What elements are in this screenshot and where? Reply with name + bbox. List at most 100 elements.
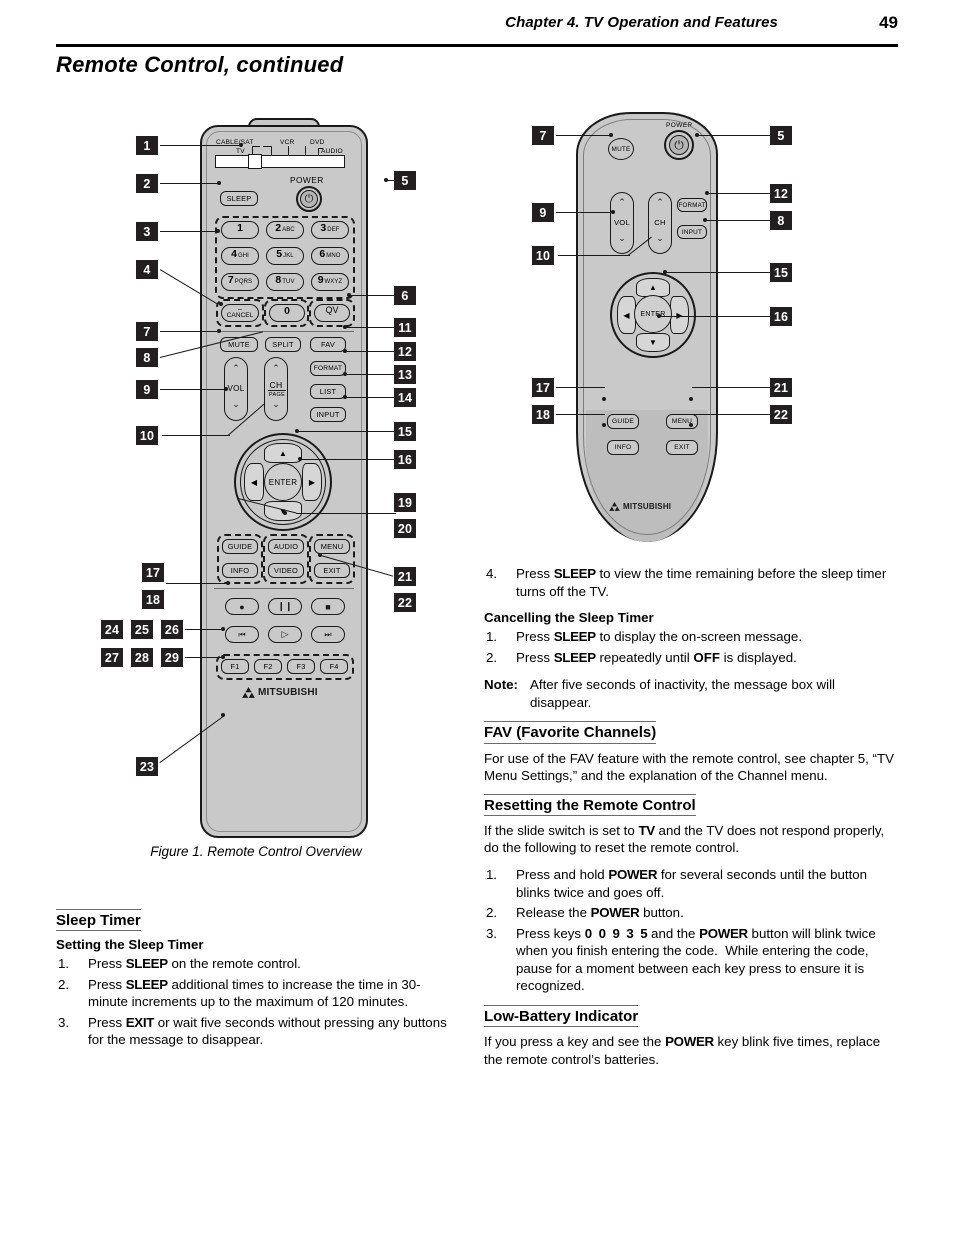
second-format-button[interactable]: FORMAT: [677, 198, 707, 212]
page-title: Remote Control, continued: [56, 52, 344, 77]
leader-dot-3: [216, 229, 220, 233]
skip-back-button[interactable]: ⏮: [225, 626, 259, 643]
audio-button[interactable]: AUDIO: [268, 539, 304, 554]
num-key-4[interactable]: 4 GHI: [221, 247, 259, 265]
f2-label: F2: [263, 662, 273, 671]
num-key-5[interactable]: 5 JKL: [266, 247, 304, 265]
second-channel-rocker[interactable]: ⌃ CH ⌄: [648, 192, 672, 254]
second-leader-dot-16: [657, 314, 661, 318]
split-button[interactable]: SPLIT: [265, 337, 301, 352]
info-button[interactable]: INFO: [222, 563, 258, 578]
second-input-button[interactable]: INPUT: [677, 225, 707, 239]
second-exit-button[interactable]: EXIT: [666, 440, 698, 455]
stop-button[interactable]: ■: [311, 598, 345, 615]
second-leader-dot-22: [689, 423, 693, 427]
low-battery-body: If you press a key and see the POWER key…: [484, 1034, 881, 1067]
leader-9: [160, 389, 227, 391]
slide-tick-tv-h: [252, 146, 260, 148]
leader-dot-17: [226, 581, 230, 585]
qv-button[interactable]: QV: [314, 304, 350, 322]
source-slide-switch[interactable]: [215, 155, 345, 168]
dpad-left-button[interactable]: ◀: [244, 463, 264, 501]
list-button[interactable]: LIST: [310, 384, 346, 399]
num-key-7[interactable]: 7 PQRS: [221, 273, 259, 291]
format-button[interactable]: FORMAT: [310, 361, 346, 376]
num-key-6[interactable]: 6 MNO: [311, 247, 349, 265]
second-menu-button[interactable]: MENU: [666, 414, 698, 429]
num-key-1[interactable]: 1: [221, 221, 259, 239]
info-button-label: INFO: [230, 566, 250, 575]
f3-label: F3: [296, 662, 306, 671]
volume-up-icon[interactable]: ⌃: [225, 364, 247, 373]
mute-button[interactable]: MUTE: [220, 337, 258, 352]
play-button[interactable]: ▷: [268, 626, 302, 643]
leader-dot-14: [343, 395, 347, 399]
f3-button[interactable]: F3: [287, 659, 315, 674]
sleep-button[interactable]: SLEEP: [220, 191, 258, 206]
mute-button-label: MUTE: [228, 340, 250, 349]
fav-button[interactable]: FAV: [310, 337, 346, 352]
callout-21: 21: [394, 567, 416, 586]
dpad-right-button[interactable]: ▶: [302, 463, 322, 501]
num-key-3[interactable]: 3 DEF: [311, 221, 349, 239]
channel-down-icon[interactable]: ⌄: [265, 400, 287, 409]
second-volume-rocker[interactable]: ⌃ VOL ⌄: [610, 192, 634, 254]
second-leader-dot-5: [695, 133, 699, 137]
leader-14: [346, 397, 396, 399]
num-key-2[interactable]: 2 ABC: [266, 221, 304, 239]
volume-down-icon[interactable]: ⌄: [225, 400, 247, 409]
second-volume-up-icon[interactable]: ⌃: [611, 198, 633, 207]
divider-upper: [214, 331, 354, 333]
second-info-button[interactable]: INFO: [607, 440, 639, 455]
num-key-0[interactable]: 0: [269, 304, 305, 322]
pause-button[interactable]: ❙❙: [268, 598, 302, 615]
second-channel-up-icon[interactable]: ⌃: [649, 198, 671, 207]
callout-14: 14: [394, 388, 416, 407]
skip-forward-button[interactable]: ⏭: [311, 626, 345, 643]
second-leader-12: [708, 193, 773, 195]
guide-button[interactable]: GUIDE: [222, 539, 258, 554]
f1-button[interactable]: F1: [221, 659, 249, 674]
channel-rocker[interactable]: ⌃ CH PAGE ⌄: [264, 357, 288, 421]
callout-2: 2: [136, 174, 158, 193]
dpad-up-button[interactable]: ▲: [264, 443, 302, 463]
num-key-7-letters: PQRS: [234, 279, 253, 285]
second-channel-down-icon[interactable]: ⌄: [649, 234, 671, 243]
second-guide-button[interactable]: GUIDE: [607, 414, 639, 429]
leader-dot-26: [221, 627, 225, 631]
menu-button[interactable]: MENU: [314, 539, 350, 554]
note-label: Note:: [484, 677, 518, 693]
second-dpad-right-button[interactable]: ▶: [670, 296, 689, 334]
second-mute-button[interactable]: MUTE: [608, 138, 634, 160]
second-volume-down-icon[interactable]: ⌄: [611, 234, 633, 243]
second-callout-17: 17: [532, 378, 554, 397]
callout-3: 3: [136, 222, 158, 241]
power-icon: ⏻: [304, 192, 314, 205]
video-button[interactable]: VIDEO: [268, 563, 304, 578]
channel-up-icon[interactable]: ⌃: [265, 364, 287, 373]
second-leader-15: [666, 272, 773, 274]
second-leader-18: [556, 414, 605, 416]
exit-button[interactable]: EXIT: [314, 563, 350, 578]
cancelling-steps: Press SLEEP to display the on-screen mes…: [484, 628, 898, 666]
leader-2: [160, 183, 220, 185]
leader-dot-15: [295, 429, 299, 433]
f2-button[interactable]: F2: [254, 659, 282, 674]
second-callout-10: 10: [532, 246, 554, 265]
f4-button[interactable]: F4: [320, 659, 348, 674]
slide-label-vcr: VCR: [280, 139, 295, 146]
slide-tick-cablesat-h: [263, 146, 272, 148]
second-enter-button[interactable]: ENTER: [634, 295, 672, 333]
input-button[interactable]: INPUT: [310, 407, 346, 422]
num-key-9[interactable]: 9 WXYZ: [311, 273, 349, 291]
enter-button[interactable]: ENTER: [264, 463, 302, 501]
num-key-5-digit: 5: [276, 248, 283, 260]
record-button[interactable]: ●: [225, 598, 259, 615]
second-dpad-down-button[interactable]: ▼: [636, 333, 670, 352]
leader-26: [185, 629, 224, 631]
slide-label-tv: TV: [236, 148, 245, 155]
num-key-8[interactable]: 8 TUV: [266, 273, 304, 291]
callout-16: 16: [394, 450, 416, 469]
source-slide-knob[interactable]: [248, 154, 262, 169]
cancel-button[interactable]: – CANCEL: [221, 304, 259, 322]
